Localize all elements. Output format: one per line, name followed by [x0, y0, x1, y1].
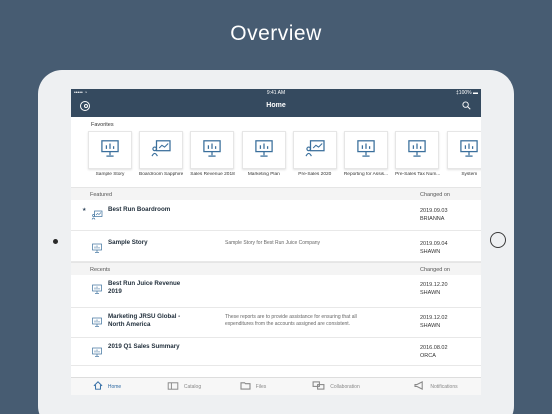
home-button[interactable] — [490, 232, 506, 248]
app-screen: ••••• ◔ 9:41 AM ‡100% ▬ Home Favorites S… — [71, 89, 481, 395]
favorite-tile-card[interactable] — [190, 131, 235, 169]
tab-home[interactable]: Home — [71, 378, 143, 395]
camera-dot — [53, 239, 58, 244]
row-changed-date: 2019.09.04 — [420, 241, 448, 247]
favorite-tile[interactable]: Sales Revenue 2018 — [190, 131, 235, 187]
row-title: Marketing JRSU Global - North America — [108, 313, 181, 328]
favorite-tile[interactable]: Marketing Plan — [241, 131, 286, 187]
list-row[interactable]: Marketing JRSU Global - North America The… — [71, 308, 481, 338]
tab-collaboration[interactable]: Collaboration — [281, 378, 391, 395]
featured-changed-label: Changed on — [420, 192, 450, 198]
megaphone-icon — [414, 381, 430, 392]
favorite-tile-card[interactable] — [241, 131, 286, 169]
favorite-tile-label: Pre-Sales Tax Num... — [395, 172, 441, 177]
story-board-icon — [355, 139, 377, 162]
row-changed-date: 2016.08.02 — [420, 345, 448, 351]
featured-list: ★ Best Run Boardroom 2019.09.03 BRIANNA Samp… — [71, 200, 481, 262]
favorite-tile-label: Reporting for Assis... — [343, 172, 389, 177]
favorite-tile-card[interactable] — [88, 131, 132, 169]
home-icon — [93, 381, 108, 392]
row-changed-by: SHAWN — [420, 323, 441, 329]
favorite-star-icon[interactable]: ★ — [82, 207, 86, 213]
tab-label: Notifications — [430, 383, 458, 390]
story-board-icon — [458, 139, 480, 162]
row-title: Sample Story — [108, 239, 148, 246]
row-title: Best Run Juice Revenue 2019 — [108, 280, 181, 295]
folder-icon — [240, 381, 256, 392]
favorite-tile-label: System — [461, 172, 478, 177]
list-row[interactable]: 2019 Q1 Sales Summary 2016.08.02 ORCA — [71, 338, 481, 366]
recents-header-label: Recents — [90, 267, 111, 273]
favorite-tile-card[interactable] — [447, 131, 481, 169]
story-board-icon — [91, 314, 103, 327]
row-changed-by: ORCA — [420, 353, 436, 359]
story-board-icon — [91, 281, 103, 294]
favorite-tile[interactable]: Boardroom Sapphire — [139, 131, 183, 187]
favorite-tile-label: Marketing Plan — [247, 172, 280, 177]
story-board-icon — [201, 139, 223, 162]
page-title: Home — [266, 102, 286, 109]
favorite-tile-label: Sales Revenue 2018 — [190, 172, 235, 177]
favorite-tile-label: Boardroom Sapphire — [139, 172, 184, 177]
favorite-tile[interactable]: Pre-Sales 2020 — [292, 131, 337, 187]
favorite-tile-card[interactable] — [292, 131, 337, 169]
favorite-tile[interactable]: Reporting for Assis... — [343, 131, 389, 187]
favorites-title: Favorites — [91, 122, 114, 128]
recents-list: Best Run Juice Revenue 2019 2019.12.20 SHA… — [71, 275, 481, 366]
favorite-tile[interactable]: Sample Story — [88, 131, 132, 187]
search-icon[interactable] — [462, 101, 471, 110]
favorites-strip: Sample Story Boardroom Sapphire Sales Reve… — [71, 131, 481, 187]
tab-files[interactable]: Files — [225, 378, 281, 395]
favorite-tile[interactable]: System — [447, 131, 481, 187]
chat-icon — [312, 381, 330, 392]
row-changed-date: 2019.09.03 — [420, 208, 448, 214]
favorite-tile-card[interactable] — [395, 131, 440, 169]
favorite-tile[interactable]: Pre-Sales Tax Num... — [395, 131, 440, 187]
tab-label: Collaboration — [330, 383, 360, 390]
recents-section-header: Recents Changed on — [71, 262, 481, 275]
boardroom-icon — [304, 139, 326, 162]
tab-label: Catalog — [183, 383, 202, 390]
list-row[interactable]: ★ Best Run Boardroom 2019.09.03 BRIANNA — [71, 200, 481, 231]
list-row[interactable]: Best Run Juice Revenue 2019 2019.12.20 SHA… — [71, 275, 481, 308]
row-changed-by: SHAWN — [420, 290, 441, 296]
favorite-tile-card[interactable] — [343, 131, 388, 169]
catalog-icon — [167, 381, 184, 392]
tablet-frame: ••••• ◔ 9:41 AM ‡100% ▬ Home Favorites S… — [38, 70, 514, 414]
list-row[interactable]: Sample Story Sample Story for Best Run Ju… — [71, 231, 481, 262]
row-changed-date: 2019.12.20 — [420, 282, 448, 288]
page-headline: Overview — [230, 22, 322, 45]
story-board-icon — [91, 240, 103, 253]
recents-changed-label: Changed on — [420, 267, 450, 273]
battery-indicator: ‡100% ▬ — [456, 90, 478, 96]
favorite-tile-label: Pre-Sales 2020 — [298, 172, 332, 177]
tab-catalog[interactable]: Catalog — [143, 378, 225, 395]
row-changed-by: BRIANNA — [420, 216, 445, 222]
top-navbar: Home — [71, 97, 481, 117]
story-board-icon — [99, 139, 121, 162]
favorite-tile-card[interactable] — [139, 131, 183, 169]
tab-notifications[interactable]: Notifications — [391, 378, 481, 395]
row-changed-date: 2019.12.02 — [420, 315, 448, 321]
favorite-tile-label: Sample Story — [95, 172, 125, 177]
story-board-icon — [253, 139, 275, 162]
story-board-icon — [406, 139, 428, 162]
story-board-icon — [91, 344, 103, 357]
status-time: 9:41 AM — [266, 90, 286, 96]
status-bar: ••••• ◔ 9:41 AM ‡100% ▬ — [71, 89, 481, 97]
row-title: Best Run Boardroom — [108, 206, 171, 213]
row-title: 2019 Q1 Sales Summary — [108, 343, 180, 350]
row-description: These reports are to provide assistance … — [225, 314, 357, 327]
row-changed-by: SHAWN — [420, 249, 441, 255]
row-description: Sample Story for Best Run Juice Company — [225, 240, 321, 246]
featured-section-header: Featured Changed on — [71, 187, 481, 200]
tab-label: Files — [255, 383, 267, 390]
boardroom-icon — [150, 139, 172, 162]
featured-header-label: Featured — [90, 192, 113, 198]
bottom-tab-bar: Home Catalog Files Collaboration Notificatio… — [71, 377, 481, 395]
boardroom-icon — [91, 207, 103, 220]
tab-label: Home — [107, 383, 122, 390]
